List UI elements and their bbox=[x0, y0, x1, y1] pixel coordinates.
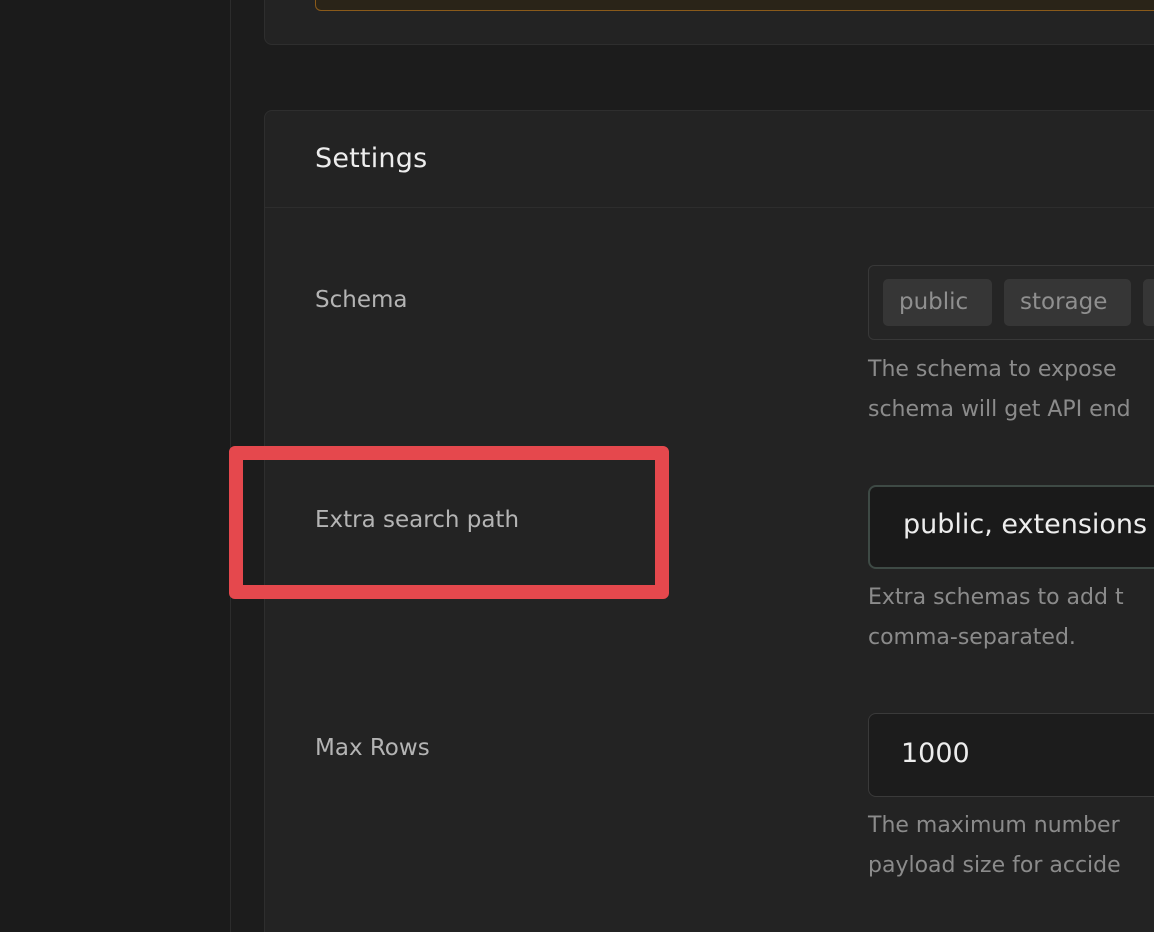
schema-help-line: The schema to expose bbox=[868, 357, 1117, 382]
max-rows-help-text: The maximum number payload size for acci… bbox=[868, 806, 1154, 886]
previous-section-field[interactable] bbox=[315, 0, 1154, 11]
max-rows-input[interactable]: 1000 bbox=[868, 713, 1154, 797]
extra-search-path-help-text: Extra schemas to add t comma-separated. bbox=[868, 578, 1154, 658]
max-rows-help-line: payload size for accide bbox=[868, 853, 1121, 878]
schema-help-line: schema will get API end bbox=[868, 397, 1131, 422]
extra-search-path-value: public, extensions bbox=[903, 509, 1148, 540]
settings-header: Settings bbox=[265, 111, 1154, 208]
previous-section-panel bbox=[264, 0, 1154, 45]
settings-title: Settings bbox=[315, 143, 428, 174]
schema-label: Schema bbox=[315, 287, 408, 313]
extra-search-path-help-line: Extra schemas to add t bbox=[868, 585, 1124, 610]
schema-multiselect[interactable]: public storage bbox=[868, 265, 1154, 340]
max-rows-label: Max Rows bbox=[315, 735, 430, 761]
settings-panel: Settings Schema public storage The schem… bbox=[264, 110, 1154, 932]
extra-search-path-label: Extra search path bbox=[315, 507, 520, 533]
sidebar bbox=[0, 0, 231, 932]
app-window: Settings Schema public storage The schem… bbox=[0, 0, 1154, 932]
schema-chip-storage[interactable]: storage bbox=[1004, 279, 1131, 326]
max-rows-value: 1000 bbox=[901, 738, 970, 769]
schema-chip-more[interactable] bbox=[1143, 279, 1154, 326]
max-rows-help-line: The maximum number bbox=[868, 813, 1120, 838]
schema-help-text: The schema to expose schema will get API… bbox=[868, 350, 1154, 430]
schema-chip-public[interactable]: public bbox=[883, 279, 992, 326]
extra-search-path-help-line: comma-separated. bbox=[868, 625, 1076, 650]
extra-search-path-input[interactable]: public, extensions bbox=[868, 485, 1154, 569]
